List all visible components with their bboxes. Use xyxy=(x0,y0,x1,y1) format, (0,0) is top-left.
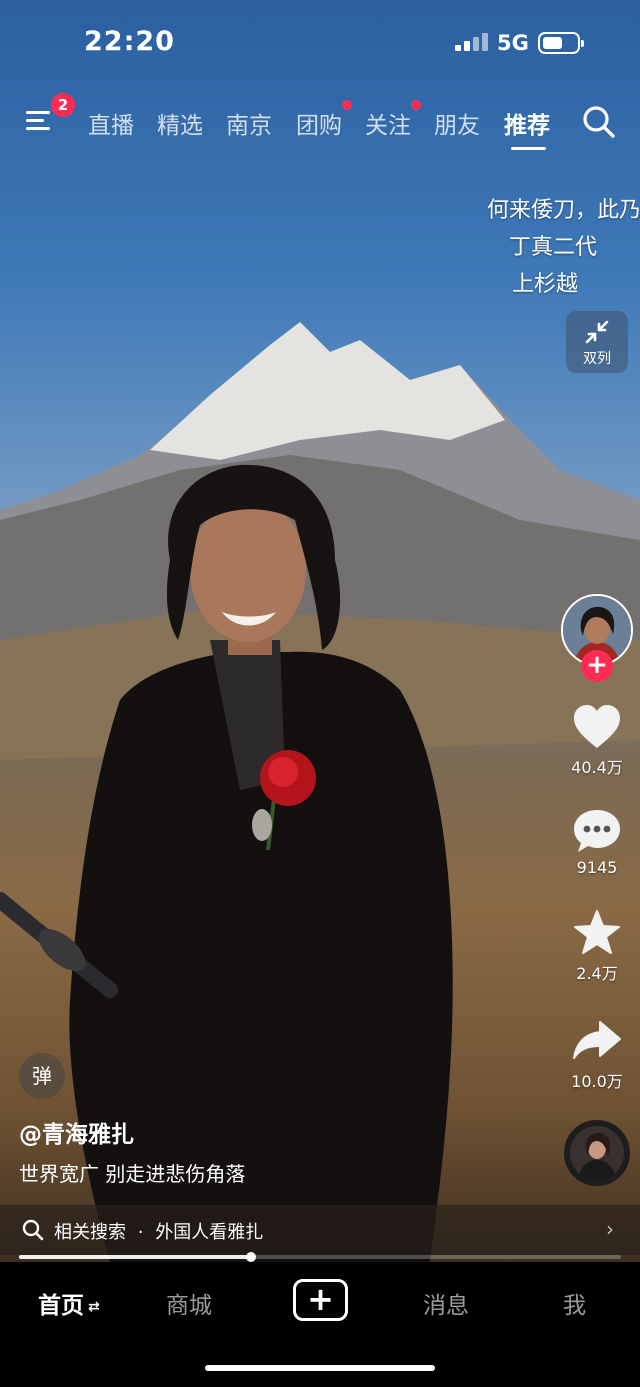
tab-nanjing[interactable]: 南京 xyxy=(226,106,272,140)
collapse-arrows-icon xyxy=(585,320,609,344)
home-indicator xyxy=(205,1365,435,1371)
tab-home[interactable]: 首页 ⇄ xyxy=(38,1286,100,1320)
active-tab-indicator xyxy=(511,147,546,150)
follow-button[interactable]: + xyxy=(581,650,613,682)
star-icon xyxy=(574,910,620,954)
swap-icon: ⇄ xyxy=(88,1298,100,1315)
menu-icon xyxy=(26,111,50,114)
share-button[interactable]: 10.0万 xyxy=(557,1018,637,1092)
comment-icon xyxy=(574,810,620,852)
tab-recommended[interactable]: 推荐 xyxy=(504,106,550,140)
like-button[interactable]: 40.4万 xyxy=(557,704,637,778)
menu-notification-badge: 2 xyxy=(51,93,75,117)
tab-group-buy[interactable]: 团购 xyxy=(296,100,352,140)
tab-friends[interactable]: 朋友 xyxy=(434,106,480,140)
related-search-bar[interactable]: 相关搜索 · 外国人看雅扎 › xyxy=(0,1205,640,1255)
video-player[interactable] xyxy=(0,0,640,1262)
tab-messages[interactable]: 消息 xyxy=(423,1286,469,1320)
status-bar: 22:20 5G xyxy=(0,0,640,88)
signal-strength-icon xyxy=(455,33,489,51)
heart-icon xyxy=(574,705,620,748)
video-description: 世界宽广 别走进悲伤角落 xyxy=(19,1162,246,1186)
create-button[interactable]: + xyxy=(293,1279,348,1321)
tab-mall[interactable]: 商城 xyxy=(166,1286,212,1320)
battery-icon xyxy=(538,32,584,54)
menu-button[interactable] xyxy=(22,106,56,136)
dual-column-label: 双列 xyxy=(583,351,611,367)
tab-following[interactable]: 关注 xyxy=(365,100,421,140)
tab-update-dot xyxy=(342,100,352,110)
dual-column-button[interactable]: 双列 xyxy=(566,311,628,373)
tab-update-dot xyxy=(411,100,421,110)
share-arrow-icon xyxy=(573,1021,621,1059)
favorite-button[interactable]: 2.4万 xyxy=(557,910,637,984)
share-count: 10.0万 xyxy=(571,1072,623,1091)
video-caption-line-2: 丁真二代 xyxy=(509,235,598,260)
comment-button[interactable]: 9145 xyxy=(557,808,637,877)
video-caption-line-1: 何来倭刀，此乃 xyxy=(487,198,640,223)
related-search-text: 相关搜索 · 外国人看雅扎 xyxy=(54,1222,264,1243)
search-icon[interactable] xyxy=(581,104,617,140)
favorite-count: 2.4万 xyxy=(576,964,618,983)
progress-handle[interactable] xyxy=(245,1252,256,1262)
clock: 22:20 xyxy=(84,26,175,57)
video-progress-bar[interactable] xyxy=(19,1252,621,1262)
video-caption-line-3: 上杉越 xyxy=(512,272,579,297)
chevron-right-icon: › xyxy=(606,1217,614,1241)
top-nav: 2 直播 精选 南京 团购 关注 朋友 推荐 xyxy=(0,92,640,156)
music-cover-image xyxy=(570,1126,624,1180)
danmaku-toggle[interactable]: 弹 xyxy=(19,1053,65,1099)
tab-live[interactable]: 直播 xyxy=(88,106,134,140)
comment-count: 9145 xyxy=(576,858,618,877)
network-type: 5G xyxy=(497,31,529,55)
tab-me[interactable]: 我 xyxy=(563,1286,586,1320)
tab-featured[interactable]: 精选 xyxy=(157,106,203,140)
video-frame xyxy=(0,322,640,1262)
like-count: 40.4万 xyxy=(571,758,623,777)
author-name[interactable]: @青海雅扎 xyxy=(19,1115,134,1149)
search-icon xyxy=(22,1219,44,1241)
music-disc[interactable] xyxy=(564,1120,630,1186)
